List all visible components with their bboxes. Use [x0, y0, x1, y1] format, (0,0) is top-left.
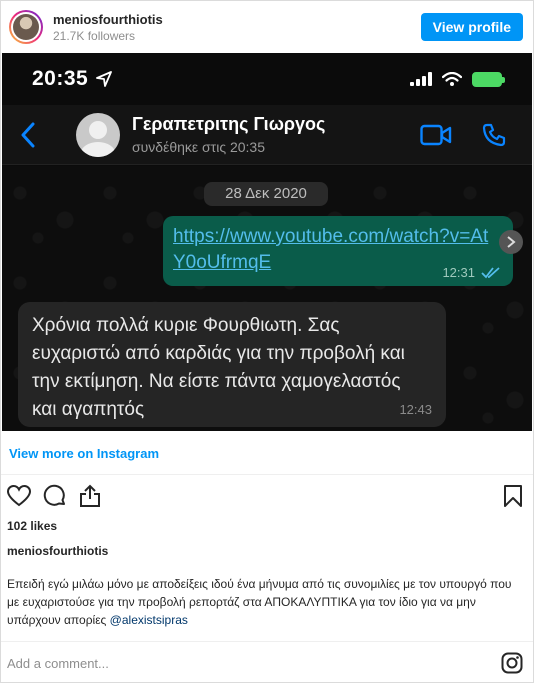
avatar-image	[13, 14, 39, 40]
bookmark-icon[interactable]	[503, 484, 523, 508]
heart-icon[interactable]	[7, 485, 31, 507]
instagram-embed: meniosfourthiotis 21.7K followers View p…	[0, 0, 534, 683]
follower-count: 21.7K followers	[53, 28, 136, 43]
comment-icon[interactable]	[43, 484, 67, 508]
instagram-logo-icon[interactable]	[501, 652, 523, 674]
message-text: Χρόνια πολλά κυριε Φουρθιωτη. Σας ευχαρι…	[32, 315, 405, 420]
view-more-link[interactable]: View more on Instagram	[9, 446, 159, 461]
outgoing-message: https://www.youtube.com/watch?v=AtY0oUfr…	[163, 216, 513, 286]
view-profile-button[interactable]: View profile	[420, 13, 523, 41]
post-header: meniosfourthiotis 21.7K followers View p…	[1, 1, 533, 53]
video-call-icon	[420, 124, 452, 145]
message-time: 12:43	[399, 402, 432, 417]
view-more-section: View more on Instagram	[1, 431, 533, 475]
contact-avatar	[76, 112, 120, 157]
status-time: 20:35	[32, 67, 89, 90]
username[interactable]: meniosfourthiotis	[53, 12, 421, 27]
caption-mention[interactable]: @alexistsipras	[110, 613, 188, 627]
contact-name: Γεραπετριτης Γιωργος	[132, 114, 326, 134]
caption-text: Επειδή εγώ μιλάω μόνο με αποδείξεις ιδού…	[7, 577, 512, 627]
post-image[interactable]: 20:35 Γεραπετριτης Γιωργος συνδέθηκε στι…	[2, 53, 532, 431]
date-separator: 28 Δεκ 2020	[204, 182, 328, 206]
post-author[interactable]: meniosfourthiotis	[7, 544, 108, 558]
signal-icon	[410, 72, 432, 86]
post-caption: Επειδή εγώ μιλάω μόνο με αποδείξεις ιδού…	[7, 575, 521, 629]
post-actions	[7, 482, 523, 510]
like-count[interactable]: 102 likes	[7, 519, 57, 533]
user-block: meniosfourthiotis 21.7K followers	[53, 12, 421, 43]
share-icon[interactable]	[79, 484, 101, 508]
add-comment-input[interactable]: Add a comment...	[7, 656, 501, 671]
chat-messages: 28 Δεκ 2020 https://www.youtube.com/watc…	[2, 166, 532, 431]
ios-status-bar: 20:35	[2, 53, 532, 105]
wifi-icon	[442, 72, 462, 86]
comment-bar: Add a comment...	[1, 641, 533, 684]
battery-charging-icon	[472, 71, 505, 87]
chat-header: Γεραπετριτης Γιωργος συνδέθηκε στις 20:3…	[2, 105, 532, 165]
contact-last-seen: συνδέθηκε στις 20:35	[132, 139, 265, 155]
message-time: 12:31	[442, 265, 475, 280]
back-chevron-icon	[21, 122, 35, 147]
forward-icon	[499, 230, 523, 254]
double-check-icon	[481, 266, 500, 278]
location-arrow-icon	[96, 71, 113, 87]
phone-call-icon	[482, 123, 506, 146]
avatar[interactable]	[9, 10, 43, 44]
incoming-message: Χρόνια πολλά κυριε Φουρθιωτη. Σας ευχαρι…	[18, 302, 446, 427]
